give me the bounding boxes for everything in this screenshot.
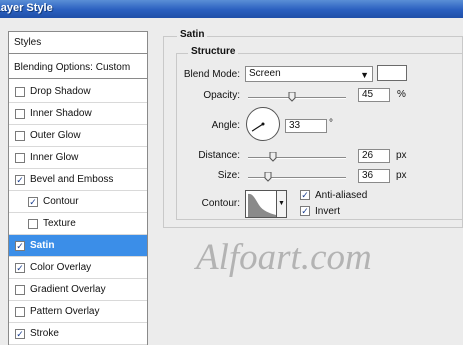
style-item-label: Inner Glow	[30, 152, 79, 163]
blend-mode-value: Screen	[249, 68, 281, 79]
angle-unit: °	[329, 118, 333, 129]
blending-options-item[interactable]: Blending Options: Custom	[9, 57, 147, 79]
style-item-pattern-overlay[interactable]: Pattern Overlay	[9, 301, 147, 323]
size-slider-thumb[interactable]	[264, 172, 272, 182]
blend-color-swatch[interactable]	[377, 65, 407, 81]
size-input[interactable]: 36	[358, 169, 390, 183]
distance-slider-track[interactable]	[248, 157, 346, 159]
style-checkbox[interactable]: ✓	[28, 197, 38, 207]
opacity-input[interactable]: 45	[358, 88, 390, 102]
blend-mode-label: Blend Mode:	[183, 69, 240, 80]
style-item-label: Color Overlay	[30, 262, 92, 273]
style-checkbox[interactable]	[28, 219, 38, 229]
style-item-inner-shadow[interactable]: Inner Shadow	[9, 103, 147, 125]
invert-label: Invert	[315, 206, 341, 217]
opacity-label: Opacity:	[203, 90, 240, 101]
style-item-gradient-overlay[interactable]: Gradient Overlay	[9, 279, 147, 301]
contour-dropdown-arrow-icon[interactable]: ▼	[276, 191, 286, 217]
invert-checkbox[interactable]: ✓	[300, 206, 310, 216]
contour-label: Contour:	[201, 198, 240, 209]
style-checkbox[interactable]	[15, 153, 25, 163]
structure-group-title: Structure	[188, 46, 239, 57]
style-checkbox[interactable]	[15, 285, 25, 295]
style-item-label: Texture	[43, 218, 76, 229]
distance-input[interactable]: 26	[358, 149, 390, 163]
style-checkbox[interactable]	[15, 307, 25, 317]
opacity-unit: %	[397, 89, 406, 100]
style-item-drop-shadow[interactable]: Drop Shadow	[9, 81, 147, 103]
style-checkbox[interactable]: ✓	[15, 175, 25, 185]
distance-label: Distance:	[198, 150, 240, 161]
angle-dial[interactable]	[246, 107, 280, 141]
distance-slider-thumb[interactable]	[269, 152, 277, 162]
size-label: Size:	[217, 170, 240, 181]
style-checkbox[interactable]: ✓	[15, 263, 25, 273]
style-item-color-overlay[interactable]: ✓ Color Overlay	[9, 257, 147, 279]
angle-input[interactable]: 33	[285, 119, 327, 133]
satin-section-title: Satin	[177, 29, 208, 40]
opacity-slider-track[interactable]	[248, 97, 346, 99]
anti-aliased-label: Anti-aliased	[315, 190, 368, 201]
style-item-label: Inner Shadow	[30, 108, 92, 119]
watermark-text: Alfoart.com	[196, 237, 372, 278]
distance-unit: px	[396, 150, 407, 161]
size-unit: px	[396, 170, 407, 181]
style-item-label: Stroke	[30, 328, 59, 339]
angle-label: Angle:	[211, 120, 240, 131]
style-item-satin[interactable]: ✓ Satin	[9, 235, 147, 257]
style-checkbox[interactable]	[15, 131, 25, 141]
contour-curve-icon	[248, 193, 276, 217]
style-item-label: Satin	[30, 240, 55, 251]
style-item-inner-glow[interactable]: Inner Glow	[9, 147, 147, 169]
style-checkbox[interactable]: ✓	[15, 329, 25, 339]
style-item-label: Pattern Overlay	[30, 306, 100, 317]
style-item-label: Drop Shadow	[30, 86, 91, 97]
style-item-texture[interactable]: Texture	[9, 213, 147, 235]
style-item-label: Gradient Overlay	[30, 284, 106, 295]
dropdown-arrow-icon: ▼	[360, 70, 369, 80]
opacity-slider-thumb[interactable]	[288, 92, 296, 102]
styles-panel: Styles Blending Options: Custom Drop Sha…	[8, 31, 148, 345]
window-title: Layer Style	[0, 2, 53, 14]
style-item-contour[interactable]: ✓ Contour	[9, 191, 147, 213]
style-checkbox[interactable]	[15, 87, 25, 97]
contour-picker[interactable]: ▼	[245, 190, 287, 218]
styles-header[interactable]: Styles	[9, 32, 147, 54]
style-item-label: Contour	[43, 196, 79, 207]
style-item-bevel-and-emboss[interactable]: ✓ Bevel and Emboss	[9, 169, 147, 191]
style-item-label: Outer Glow	[30, 130, 81, 141]
style-item-label: Bevel and Emboss	[30, 174, 114, 185]
anti-aliased-checkbox[interactable]: ✓	[300, 190, 310, 200]
window-titlebar: Layer Style	[0, 0, 463, 18]
style-item-outer-glow[interactable]: Outer Glow	[9, 125, 147, 147]
style-item-stroke[interactable]: ✓ Stroke	[9, 323, 147, 345]
style-checkbox[interactable]: ✓	[15, 241, 25, 251]
style-checkbox[interactable]	[15, 109, 25, 119]
blend-mode-select[interactable]: Screen ▼	[245, 66, 373, 82]
